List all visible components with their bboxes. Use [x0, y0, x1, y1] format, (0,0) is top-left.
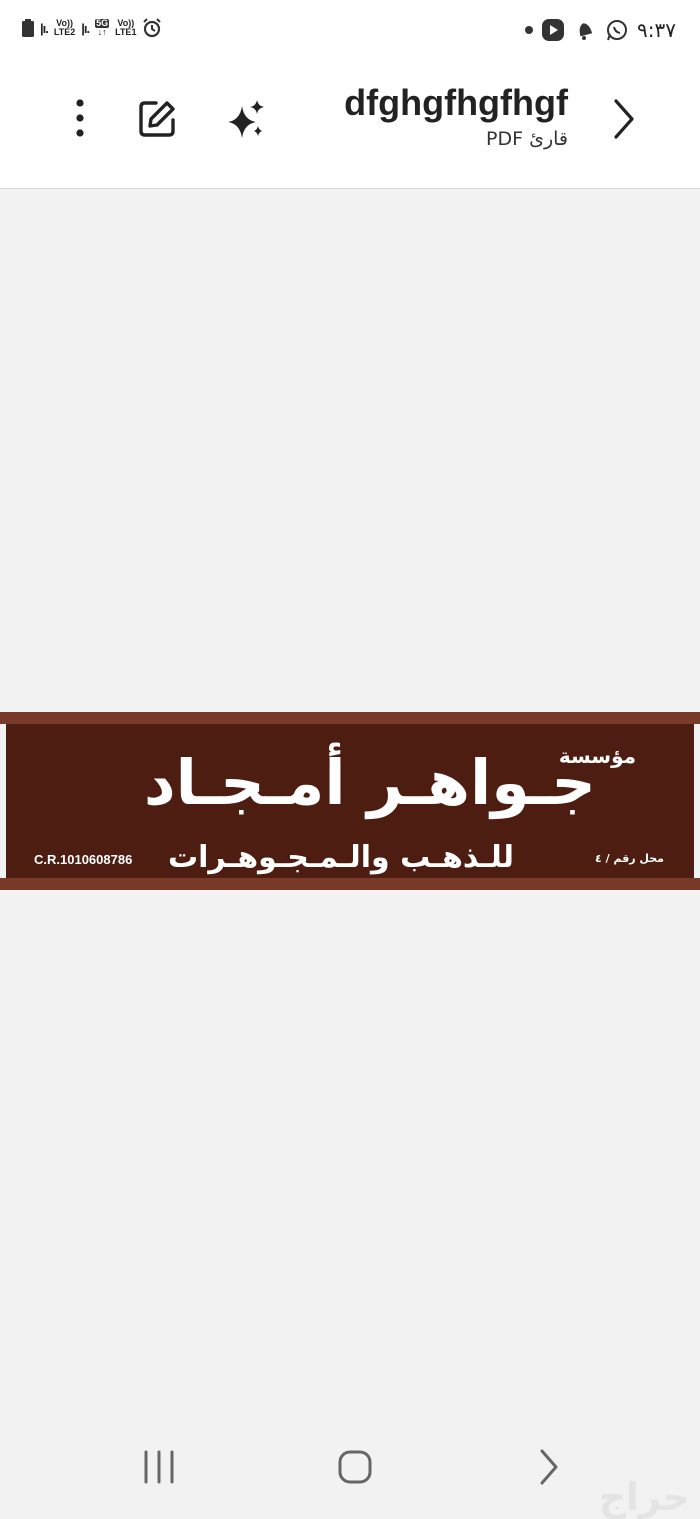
play-app-icon [542, 19, 565, 41]
recent-apps-icon [144, 1450, 174, 1484]
app-bar: dfghgfhgfhgf قارئ PDF [0, 66, 700, 189]
system-nav-bar [0, 1420, 700, 1517]
status-bar: |ı. Vo)) LTE2 |ı. 5G ↓↑ Vo)) LTE1 ٩:٣٧ [0, 0, 700, 66]
sign-business-subtitle: للـذهـب والـمـجـوهـرات [168, 840, 514, 875]
more-vertical-icon [76, 99, 84, 137]
home-button[interactable] [332, 1444, 378, 1490]
battery-icon [22, 19, 34, 37]
sparkle-icon [228, 100, 264, 138]
more-options-button[interactable] [62, 98, 98, 138]
back-button[interactable] [604, 96, 644, 142]
sign-panel: مؤسسة جـواهـر أمـجـاد للـذهـب والـمـجـوه… [6, 724, 694, 878]
document-page-image: مؤسسة جـواهـر أمـجـاد للـذهـب والـمـجـوه… [0, 712, 700, 890]
sign-frame-bottom [0, 878, 700, 890]
sign-shop-number: محل رقم / ٤ [595, 852, 664, 865]
alarm-icon [143, 18, 162, 38]
volte-lte2-indicator: Vo)) LTE2 [53, 18, 76, 37]
ai-assist-button[interactable] [224, 96, 268, 142]
document-title: dfghgfhgfhgf [344, 82, 568, 123]
bell-icon [579, 23, 593, 40]
document-title-block: dfghgfhgfhgf قارئ PDF [344, 82, 568, 150]
chevron-right-icon [614, 99, 634, 139]
home-icon [338, 1450, 372, 1484]
sign-business-name: جـواهـر أمـجـاد [143, 746, 596, 819]
edit-icon [139, 101, 175, 137]
volte-lte1-indicator: Vo)) LTE1 [115, 18, 137, 37]
signal-icon: |ı. [81, 20, 90, 36]
sign-commercial-registration: C.R.1010608786 [34, 852, 133, 867]
nav-back-button[interactable] [526, 1444, 572, 1490]
app-subtitle: قارئ PDF [486, 128, 568, 150]
whatsapp-icon [607, 20, 628, 41]
watermark-logo: حراج [598, 1475, 690, 1519]
edit-button[interactable] [134, 96, 180, 142]
sign-frame-top [0, 712, 700, 724]
status-icons-left: |ı. Vo)) LTE2 |ı. 5G ↓↑ Vo)) LTE1 [22, 18, 162, 38]
status-icons-right: ٩:٣٧ [525, 18, 676, 42]
status-time: ٩:٣٧ [637, 18, 676, 42]
recent-apps-button[interactable] [136, 1444, 182, 1490]
notification-dot-icon [525, 26, 534, 34]
chevron-right-icon [540, 1449, 558, 1485]
5g-indicator: 5G ↓↑ [95, 18, 110, 37]
signal-icon: |ı. [40, 20, 49, 36]
